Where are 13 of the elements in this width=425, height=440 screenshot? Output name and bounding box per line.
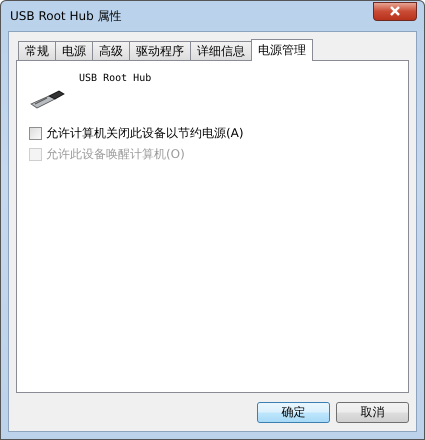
tab[interactable]: 驱动程序: [129, 41, 191, 60]
close-icon: [389, 6, 401, 16]
checkbox-option[interactable]: 允许计算机关闭此设备以节约电源(A): [29, 125, 396, 142]
window-title: USB Root Hub 属性: [9, 8, 122, 24]
tab[interactable]: 电源: [55, 41, 93, 60]
cancel-button[interactable]: 取消: [336, 402, 409, 423]
close-button[interactable]: [373, 2, 417, 20]
tab[interactable]: 常规: [18, 41, 56, 60]
tab[interactable]: 详细信息: [190, 41, 252, 60]
ok-button[interactable]: 确定: [257, 402, 330, 423]
tab[interactable]: 电源管理: [251, 39, 313, 61]
device-name: USB Root Hub: [79, 73, 152, 84]
tab[interactable]: 高级: [92, 41, 130, 60]
